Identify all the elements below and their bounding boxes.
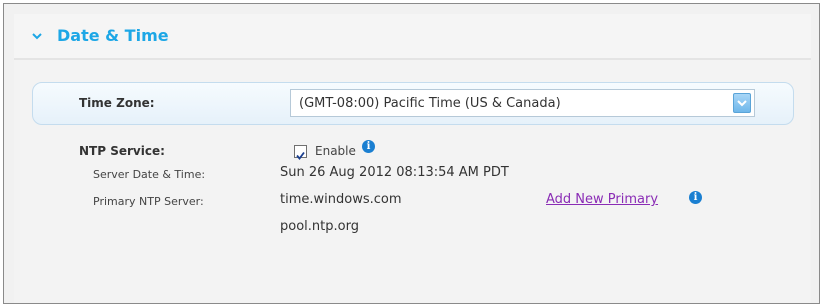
checkmark-icon bbox=[296, 151, 305, 160]
dropdown-arrow-icon bbox=[737, 100, 747, 107]
time-zone-selected-value: (GMT-08:00) Pacific Time (US & Canada) bbox=[299, 96, 561, 111]
primary-ntp-server-value: time.windows.com bbox=[280, 192, 402, 207]
dropdown-button[interactable] bbox=[733, 93, 751, 113]
section-title: Date & Time bbox=[57, 26, 169, 45]
info-icon[interactable]: i bbox=[689, 191, 702, 204]
secondary-ntp-server-value: pool.ntp.org bbox=[280, 219, 359, 234]
server-date-time-label: Server Date & Time: bbox=[93, 168, 206, 181]
ntp-enable-checkbox[interactable] bbox=[294, 145, 307, 160]
add-new-primary-link[interactable]: Add New Primary bbox=[546, 192, 658, 207]
info-icon[interactable]: i bbox=[362, 140, 375, 153]
date-time-section: Date & Time Time Zone: (GMT-08:00) Pacif… bbox=[3, 3, 820, 304]
chevron-down-icon[interactable] bbox=[31, 30, 43, 42]
primary-ntp-server-label: Primary NTP Server: bbox=[93, 195, 204, 208]
time-zone-select[interactable]: (GMT-08:00) Pacific Time (US & Canada) bbox=[290, 89, 755, 117]
server-date-time-value: Sun 26 Aug 2012 08:13:54 AM PDT bbox=[280, 165, 509, 180]
ntp-enable-label: Enable bbox=[315, 144, 356, 158]
time-zone-label: Time Zone: bbox=[79, 96, 155, 110]
section-header[interactable]: Date & Time bbox=[14, 14, 811, 60]
ntp-service-label: NTP Service: bbox=[79, 144, 165, 158]
